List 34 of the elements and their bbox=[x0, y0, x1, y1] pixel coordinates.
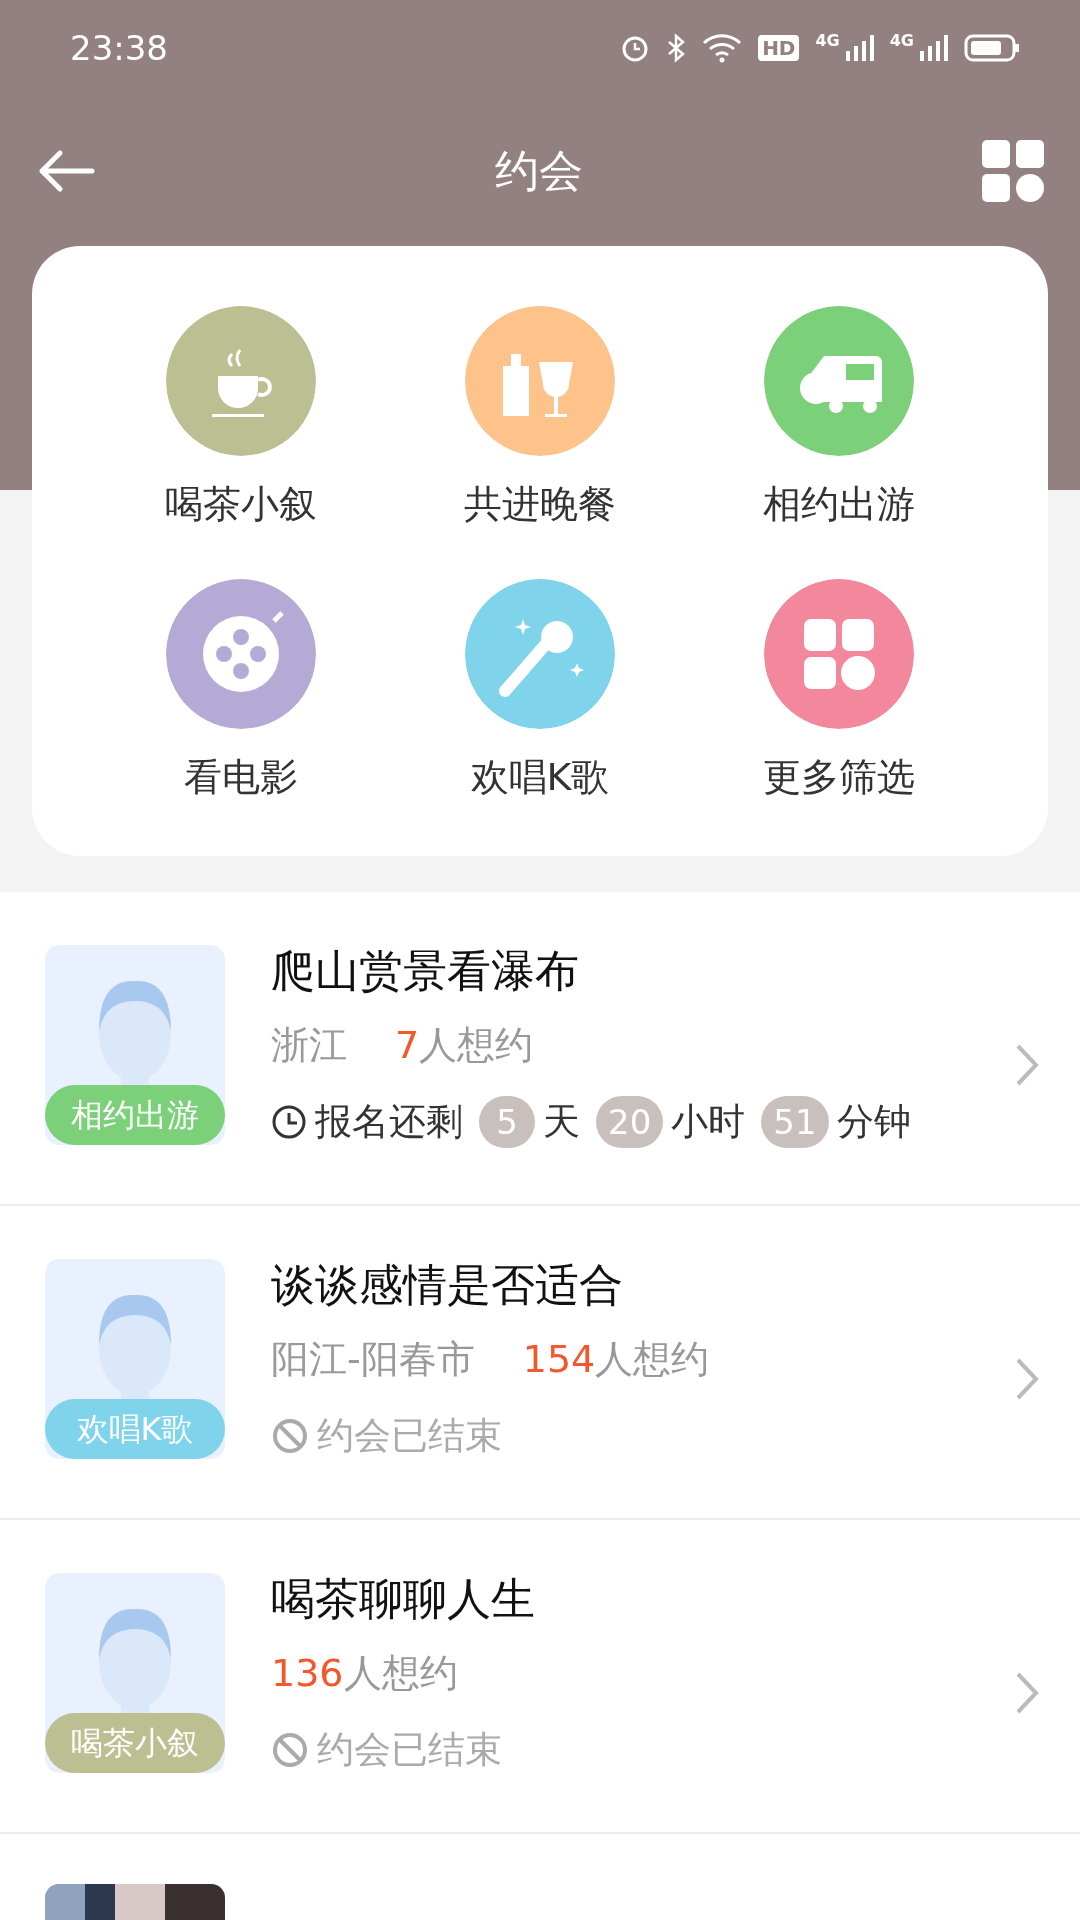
date-listing[interactable]: 相约出游 爬山赏景看瀑布 浙江 7人想约 报名还剩 5 天 20 小时 51 分钟 bbox=[0, 892, 1080, 1206]
date-listing[interactable]: 欢唱K歌 谈谈感情是否适合 阳江-阳春市 154人想约 约会已结束 bbox=[0, 1206, 1080, 1520]
page-title: 约会 bbox=[495, 144, 583, 198]
location-text: 阳江-阳春市 bbox=[271, 1337, 475, 1383]
countdown-value: 5 bbox=[479, 1096, 535, 1149]
category-tag: 喝茶小叙 bbox=[45, 1713, 225, 1773]
interest-count: 136人想约 bbox=[271, 1651, 458, 1697]
status-text: 约会已结束 bbox=[317, 1413, 502, 1460]
location-text: 浙江 bbox=[271, 1023, 347, 1069]
countdown-unit: 天 bbox=[543, 1099, 580, 1146]
countdown-label: 报名还剩 bbox=[315, 1099, 463, 1146]
countdown-value: 51 bbox=[761, 1096, 829, 1149]
listing-title: 谈谈感情是否适合 bbox=[271, 1259, 624, 1312]
listing-title: 喝茶聊聊人生 bbox=[271, 1573, 536, 1626]
category-tag: 欢唱K歌 bbox=[45, 1399, 225, 1459]
category-button[interactable]: 共进晚餐 bbox=[390, 306, 690, 533]
listing-title: 爬山赏景看瀑布 bbox=[271, 945, 580, 998]
category-button[interactable]: 相约出游 bbox=[689, 306, 988, 533]
network-type-label: 4G bbox=[815, 33, 840, 49]
countdown-unit: 分钟 bbox=[836, 1099, 911, 1146]
category-button[interactable]: 欢唱K歌 bbox=[390, 579, 690, 806]
status-time: 23:38 bbox=[70, 26, 168, 70]
category-button[interactable]: 看电影 bbox=[92, 579, 391, 806]
category-button[interactable]: 喝茶小叙 bbox=[92, 306, 391, 533]
network-type-label: 4G bbox=[889, 33, 914, 49]
interest-count: 154人想约 bbox=[522, 1337, 710, 1383]
interest-count: 7人想约 bbox=[395, 1023, 534, 1069]
status-text: 约会已结束 bbox=[317, 1727, 502, 1774]
category-button[interactable]: 更多筛选 bbox=[689, 579, 988, 806]
countdown-unit: 小时 bbox=[671, 1099, 746, 1146]
category-tag: 相约出游 bbox=[45, 1085, 225, 1145]
date-listing[interactable]: 喝茶小叙 喝茶聊聊人生 136人想约 约会已结束 bbox=[0, 1520, 1080, 1834]
countdown-value: 20 bbox=[596, 1096, 664, 1149]
hd-badge: HD bbox=[758, 35, 800, 61]
